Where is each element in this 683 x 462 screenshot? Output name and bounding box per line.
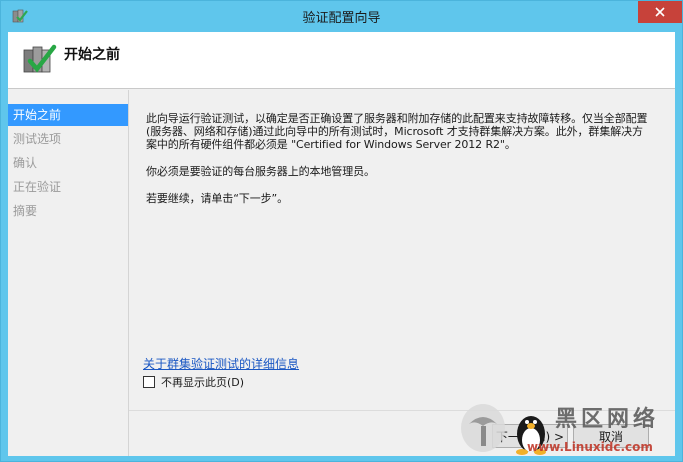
- title-bar[interactable]: 验证配置向导: [1, 1, 682, 32]
- cluster-checkmark-icon: [23, 44, 57, 73]
- wizard-steps-nav: 开始之前 测试选项 确认 正在验证 摘要: [8, 90, 129, 456]
- admin-requirement-paragraph: 你必须是要验证的每台服务器上的本地管理员。: [146, 165, 375, 178]
- nav-step-testing-options[interactable]: 测试选项: [8, 128, 128, 150]
- more-info-link[interactable]: 关于群集验证测试的详细信息: [143, 355, 299, 372]
- window-title: 验证配置向导: [302, 11, 381, 26]
- close-icon: [655, 7, 665, 17]
- nav-step-before-you-begin[interactable]: 开始之前: [8, 104, 128, 126]
- cluster-wizard-icon: [12, 9, 28, 23]
- dont-show-again-checkbox[interactable]: [143, 376, 155, 388]
- nav-step-summary[interactable]: 摘要: [8, 200, 128, 222]
- nav-step-confirmation[interactable]: 确认: [8, 152, 128, 174]
- wizard-client-area: 开始之前 开始之前 测试选项 确认 正在验证 摘要 此向导运行验证测试，以确定是…: [8, 32, 675, 456]
- nav-step-validating[interactable]: 正在验证: [8, 176, 128, 198]
- next-button[interactable]: 下一步(N) >: [492, 424, 568, 448]
- wizard-footer: 下一步(N) > 取消: [129, 410, 675, 456]
- wizard-header: 开始之前: [8, 32, 675, 89]
- cancel-button[interactable]: 取消: [573, 424, 649, 448]
- dont-show-again-label: 不再显示此页(D): [161, 376, 245, 389]
- wizard-window: 验证配置向导 开始之前 开始之前 测试选项 确认 正在验证 摘要 此向导运行验证…: [0, 0, 683, 462]
- close-button[interactable]: [638, 1, 682, 23]
- wizard-description: 此向导运行验证测试，以确定是否正确设置了服务器和附加存储的此配置来支持故障转移。…: [146, 112, 651, 219]
- dont-show-again-row[interactable]: 不再显示此页(D): [143, 374, 244, 390]
- continue-instruction-paragraph: 若要继续，请单击“下一步”。: [146, 192, 288, 205]
- page-title: 开始之前: [64, 47, 120, 63]
- description-paragraph: 此向导运行验证测试，以确定是否正确设置了服务器和附加存储的此配置来支持故障转移。…: [146, 112, 648, 151]
